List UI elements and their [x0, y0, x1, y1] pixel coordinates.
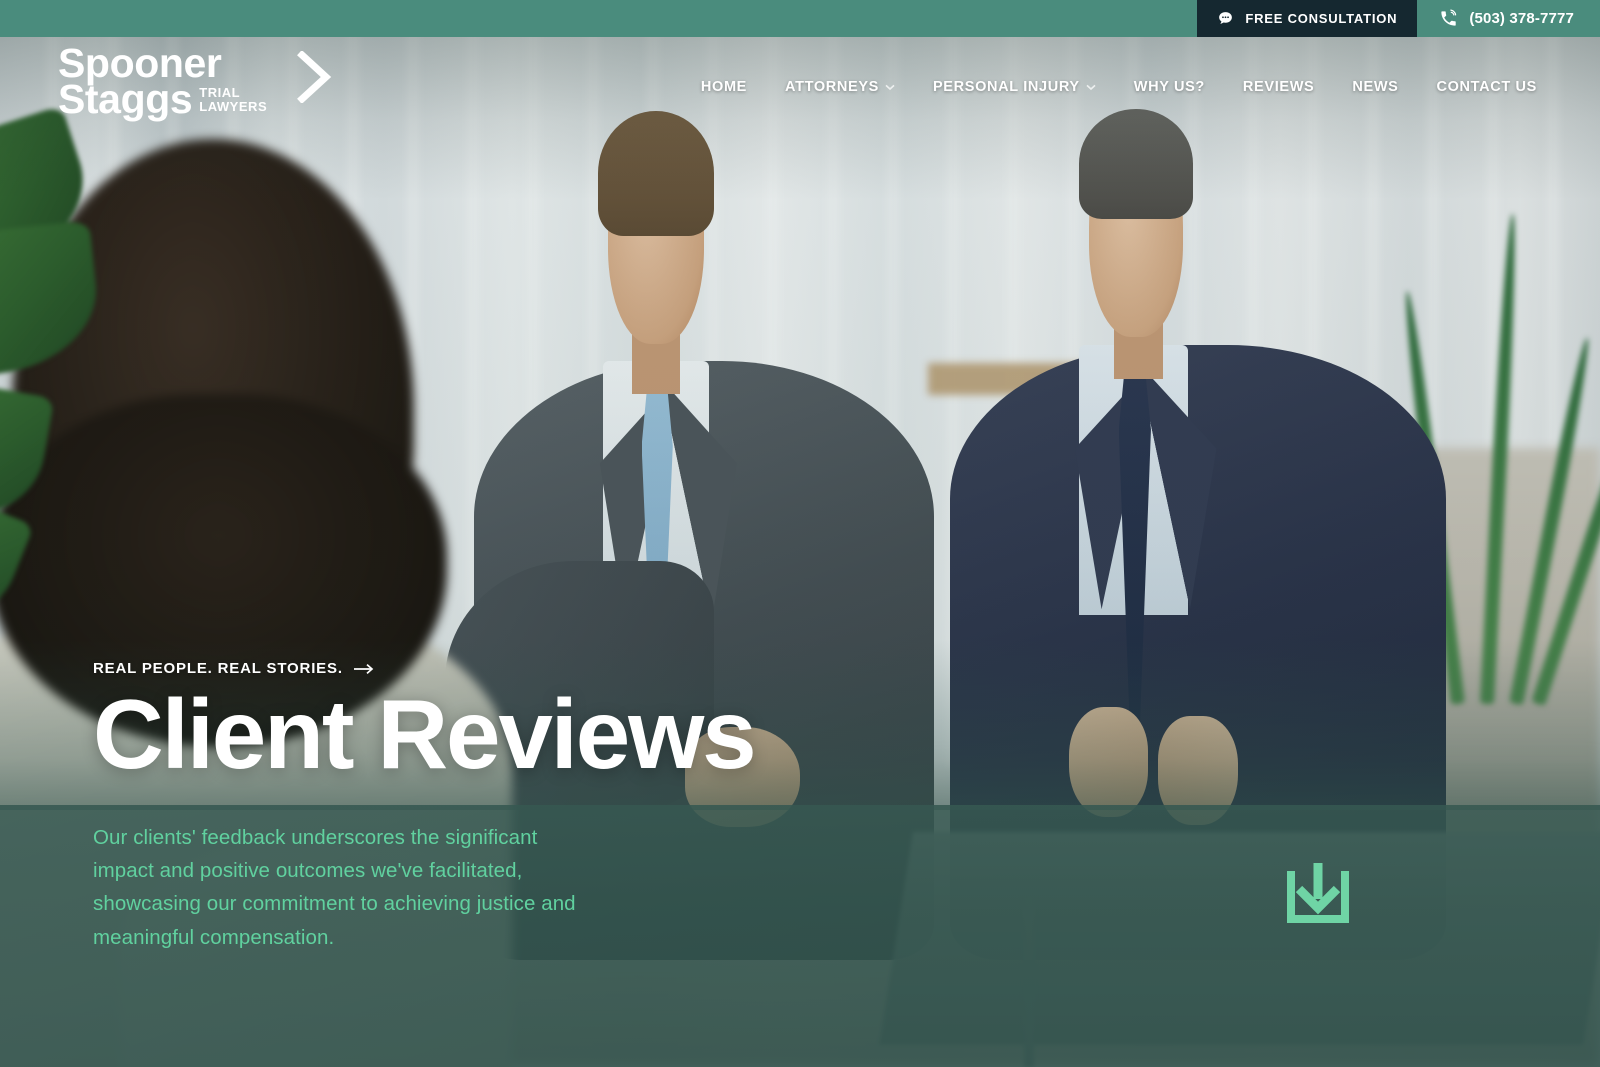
chevron-down-icon — [885, 79, 895, 95]
nav-item-personal-injury[interactable]: PERSONAL INJURY — [914, 73, 1115, 101]
logo-tagline-line-2: LAWYERS — [199, 98, 268, 114]
chevron-down-icon — [1086, 79, 1096, 95]
nav-item-attorneys[interactable]: ATTORNEYS — [766, 73, 914, 101]
nav-item-reviews[interactable]: REVIEWS — [1224, 73, 1333, 101]
page-root: FREE CONSULTATION (503) 378-7777 Spooner… — [0, 0, 1600, 1067]
photo-table-leg — [1024, 896, 1034, 1067]
top-utility-bar: FREE CONSULTATION (503) 378-7777 — [0, 0, 1600, 37]
nav-item-news[interactable]: NEWS — [1333, 73, 1417, 101]
chevron-right-icon — [296, 50, 334, 104]
hero-eyebrow-label: REAL PEOPLE. REAL STORIES. — [93, 660, 343, 677]
phone-link[interactable]: (503) 378-7777 — [1417, 0, 1600, 37]
hero-paragraph: Our clients' feedback underscores the si… — [93, 825, 576, 949]
photo-plant-left — [0, 104, 304, 640]
logo-wordmark: Spooner Staggs TRIAL LAWYERS — [58, 42, 267, 123]
nav-item-why-us[interactable]: WHY US? — [1115, 73, 1224, 101]
main-navigation-bar: Spooner Staggs TRIAL LAWYERS HOME ATTORN… — [0, 37, 1600, 122]
hero-eyebrow-link[interactable]: REAL PEOPLE. REAL STORIES. — [93, 660, 755, 677]
phone-number-label: (503) 378-7777 — [1469, 10, 1574, 27]
chat-bubble-icon — [1217, 10, 1234, 27]
site-logo[interactable]: Spooner Staggs TRIAL LAWYERS — [58, 42, 332, 123]
nav-links: HOME ATTORNEYS PERSONAL INJURY WHY US? R… — [682, 73, 1556, 101]
nav-label-reviews: REVIEWS — [1242, 79, 1315, 95]
nav-item-home[interactable]: HOME — [682, 73, 766, 101]
nav-label-why-us: WHY US? — [1133, 79, 1205, 95]
logo-line-2: Staggs — [58, 76, 193, 123]
free-consultation-button[interactable]: FREE CONSULTATION — [1197, 0, 1418, 37]
arrow-right-icon — [353, 663, 374, 675]
nav-label-attorneys: ATTORNEYS — [785, 79, 879, 95]
nav-label-contact-us: CONTACT US — [1436, 79, 1537, 95]
nav-label-home: HOME — [700, 79, 748, 95]
download-arrow-icon[interactable] — [1283, 855, 1353, 927]
nav-label-personal-injury: PERSONAL INJURY — [932, 79, 1080, 95]
hero-content: REAL PEOPLE. REAL STORIES. Client Review… — [93, 660, 757, 954]
logo-tagline-line-1: TRIAL — [199, 85, 241, 101]
nav-label-news: NEWS — [1352, 79, 1399, 95]
photo-table — [879, 832, 1600, 1046]
page-title: Client Reviews — [93, 679, 757, 789]
logo-tagline: TRIAL LAWYERS — [199, 86, 267, 117]
nav-item-contact-us[interactable]: CONTACT US — [1418, 73, 1557, 101]
phone-ringing-icon — [1439, 9, 1458, 28]
free-consultation-label: FREE CONSULTATION — [1245, 11, 1398, 26]
